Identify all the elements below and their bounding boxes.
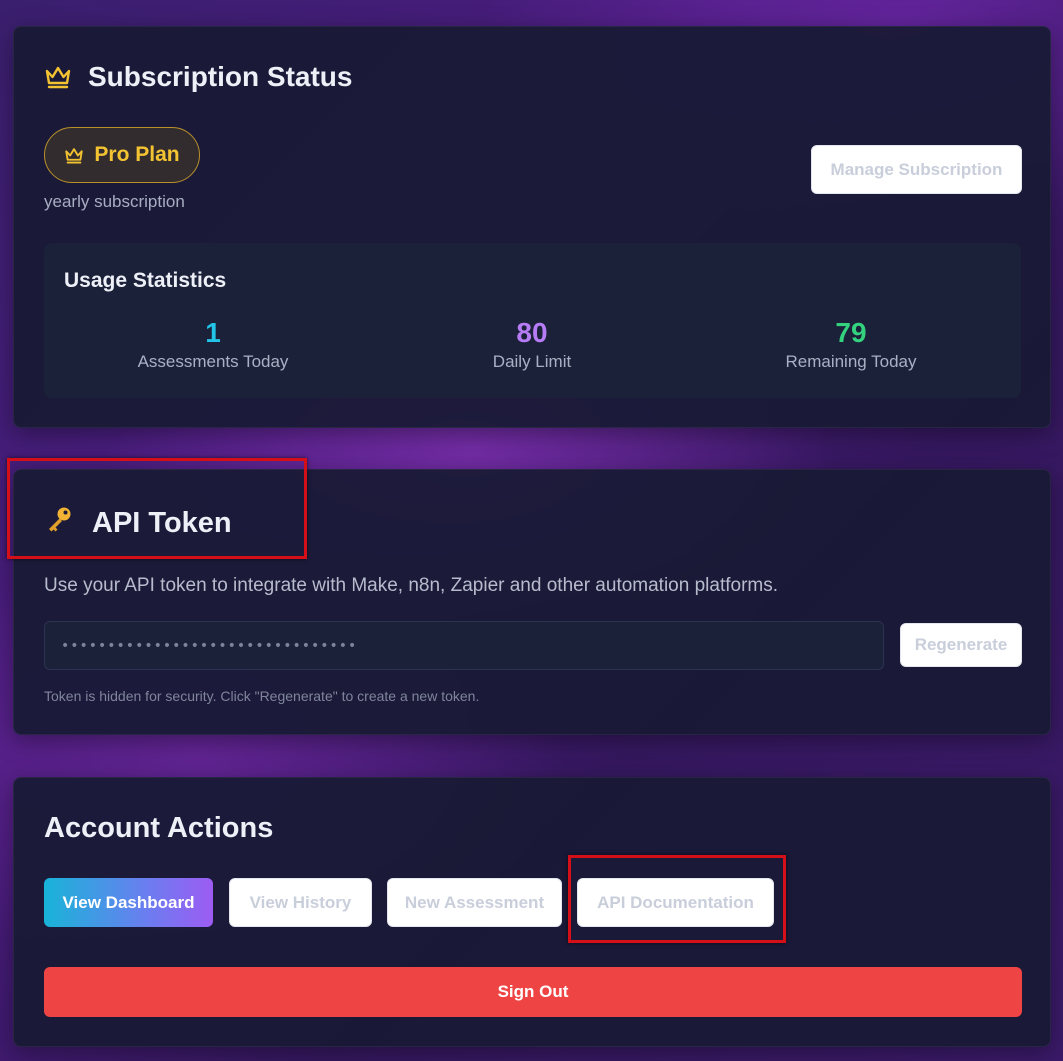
account-actions-card: Account Actions View Dashboard View Hist… — [13, 777, 1051, 1047]
stat-remaining-today: 79 Remaining Today — [721, 317, 981, 372]
stat-label: Assessments Today — [137, 352, 289, 371]
usage-statistics-panel: Usage Statistics 1 Assessments Today 80 … — [44, 243, 1021, 398]
usage-statistics-title: Usage Statistics — [64, 269, 227, 292]
token-hidden-note: Token is hidden for security. Click "Reg… — [44, 688, 480, 704]
api-token-field[interactable]: •••••••••••••••••••••••••••••••• — [44, 621, 884, 670]
stat-value: 79 — [835, 317, 867, 348]
account-actions-title: Account Actions — [44, 812, 274, 844]
subscription-title-text: Subscription Status — [88, 61, 353, 92]
api-token-card: API Token Use your API token to integrat… — [13, 469, 1051, 735]
stat-value: 80 — [516, 317, 548, 348]
view-dashboard-button[interactable]: View Dashboard — [44, 878, 213, 927]
subscription-status-card: Subscription Status Pro Plan yearly subs… — [13, 26, 1051, 428]
sign-out-button[interactable]: Sign Out — [44, 967, 1022, 1017]
stat-label: Remaining Today — [785, 352, 917, 371]
api-token-title: API Token — [44, 504, 232, 542]
view-history-button[interactable]: View History — [229, 878, 372, 927]
stat-value: 1 — [205, 317, 221, 348]
api-token-description: Use your API token to integrate with Mak… — [44, 575, 779, 596]
plan-badge: Pro Plan — [44, 127, 200, 183]
plan-name: Pro Plan — [94, 143, 180, 166]
key-icon — [44, 504, 74, 542]
manage-subscription-button[interactable]: Manage Subscription — [811, 145, 1022, 194]
crown-icon — [64, 147, 84, 164]
stat-assessments-today: 1 Assessments Today — [83, 317, 343, 372]
regenerate-button[interactable]: Regenerate — [900, 623, 1022, 667]
subscription-title: Subscription Status — [44, 61, 352, 93]
crown-icon — [44, 65, 72, 89]
stat-label: Daily Limit — [492, 352, 572, 371]
new-assessment-button[interactable]: New Assessment — [387, 878, 562, 927]
stat-daily-limit: 80 Daily Limit — [402, 317, 662, 372]
api-documentation-button[interactable]: API Documentation — [577, 878, 774, 927]
plan-period: yearly subscription — [44, 192, 185, 211]
api-token-title-text: API Token — [92, 506, 232, 539]
